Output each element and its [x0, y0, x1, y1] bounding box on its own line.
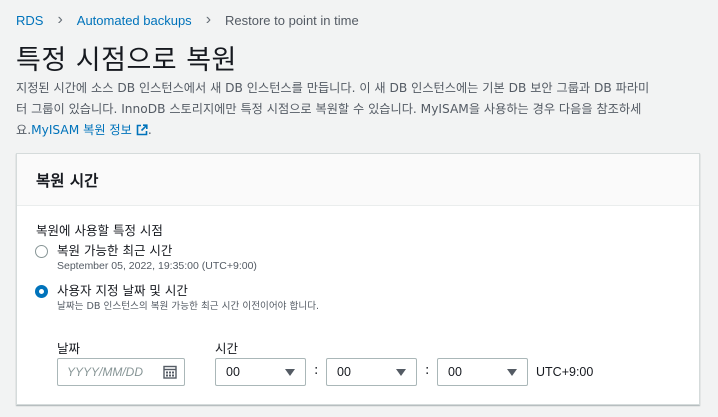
option-description: 날짜는 DB 인스턴스의 복원 가능한 최근 시간 이전이어야 합니다. — [57, 301, 320, 312]
breadcrumb-rds-link[interactable]: RDS — [16, 13, 43, 28]
panel-header: 복원 시간 — [17, 154, 699, 206]
option-label: 복원 가능한 최근 시간 — [57, 243, 173, 258]
second-select[interactable]: 00 — [437, 358, 528, 386]
hour-value: 00 — [226, 365, 240, 379]
description-line: 요.MyISAM 복원 정보. — [16, 120, 702, 141]
latest-restorable-time-option[interactable]: 복원 가능한 최근 시간 September 05, 2022, 19:35:0… — [35, 243, 257, 274]
second-value: 00 — [448, 365, 462, 379]
option-description: September 05, 2022, 19:35:00 (UTC+9:00) — [57, 260, 257, 272]
description-prefix: 요. — [16, 123, 32, 137]
date-label: 날짜 — [57, 341, 81, 356]
link-label: MyISAM 복원 정보 — [31, 123, 132, 137]
hour-select[interactable]: 00 — [215, 358, 306, 386]
restore-point-label: 복원에 사용할 특정 시점 — [36, 223, 163, 238]
radio-button[interactable] — [35, 245, 48, 258]
myisam-restore-info-link[interactable]: MyISAM 복원 정보 — [31, 123, 148, 137]
description-line: 터 그룹이 있습니다. InnoDB 스토리지에만 특정 시점으로 복원할 수 … — [16, 102, 642, 116]
date-placeholder: YYYY/MM/DD — [67, 365, 144, 379]
time-separator: : — [314, 363, 319, 378]
minute-select[interactable]: 00 — [326, 358, 417, 386]
option-label: 사용자 지정 날짜 및 시간 — [57, 283, 188, 298]
page-title: 특정 시점으로 복원 — [16, 45, 237, 76]
description-line: 지정된 시간에 소스 DB 인스턴스에서 새 DB 인스턴스를 만듭니다. 이 … — [16, 81, 650, 95]
restore-time-panel: 복원 시간 복원에 사용할 특정 시점 복원 가능한 최근 시간 Septemb… — [16, 153, 700, 405]
chevron-right-icon: › — [57, 11, 63, 28]
caret-down-icon — [507, 369, 517, 376]
radio-button-selected[interactable] — [35, 285, 48, 298]
external-link-icon — [136, 124, 148, 136]
chevron-right-icon: › — [205, 11, 212, 28]
breadcrumb-automated-backups-link[interactable]: Automated backups — [77, 13, 192, 28]
time-separator: : — [425, 363, 430, 378]
time-label: 시간 — [215, 341, 239, 356]
description-suffix: . — [147, 123, 152, 137]
custom-date-time-option[interactable]: 사용자 지정 날짜 및 시간 날짜는 DB 인스턴스의 복원 가능한 최근 시간… — [35, 283, 319, 314]
caret-down-icon — [396, 369, 406, 376]
minute-value: 00 — [337, 365, 351, 379]
timezone-label: UTC+9:00 — [536, 365, 594, 379]
page-description: 지정된 시간에 소스 DB 인스턴스에서 새 DB 인스턴스를 만듭니다. 이 … — [16, 78, 702, 141]
caret-down-icon — [285, 369, 295, 376]
calendar-icon[interactable] — [163, 365, 177, 379]
date-input[interactable]: YYYY/MM/DD — [57, 358, 185, 386]
breadcrumb-current: Restore to point in time — [225, 12, 359, 28]
breadcrumb: RDS › Automated backups › Restore to poi… — [16, 12, 359, 28]
